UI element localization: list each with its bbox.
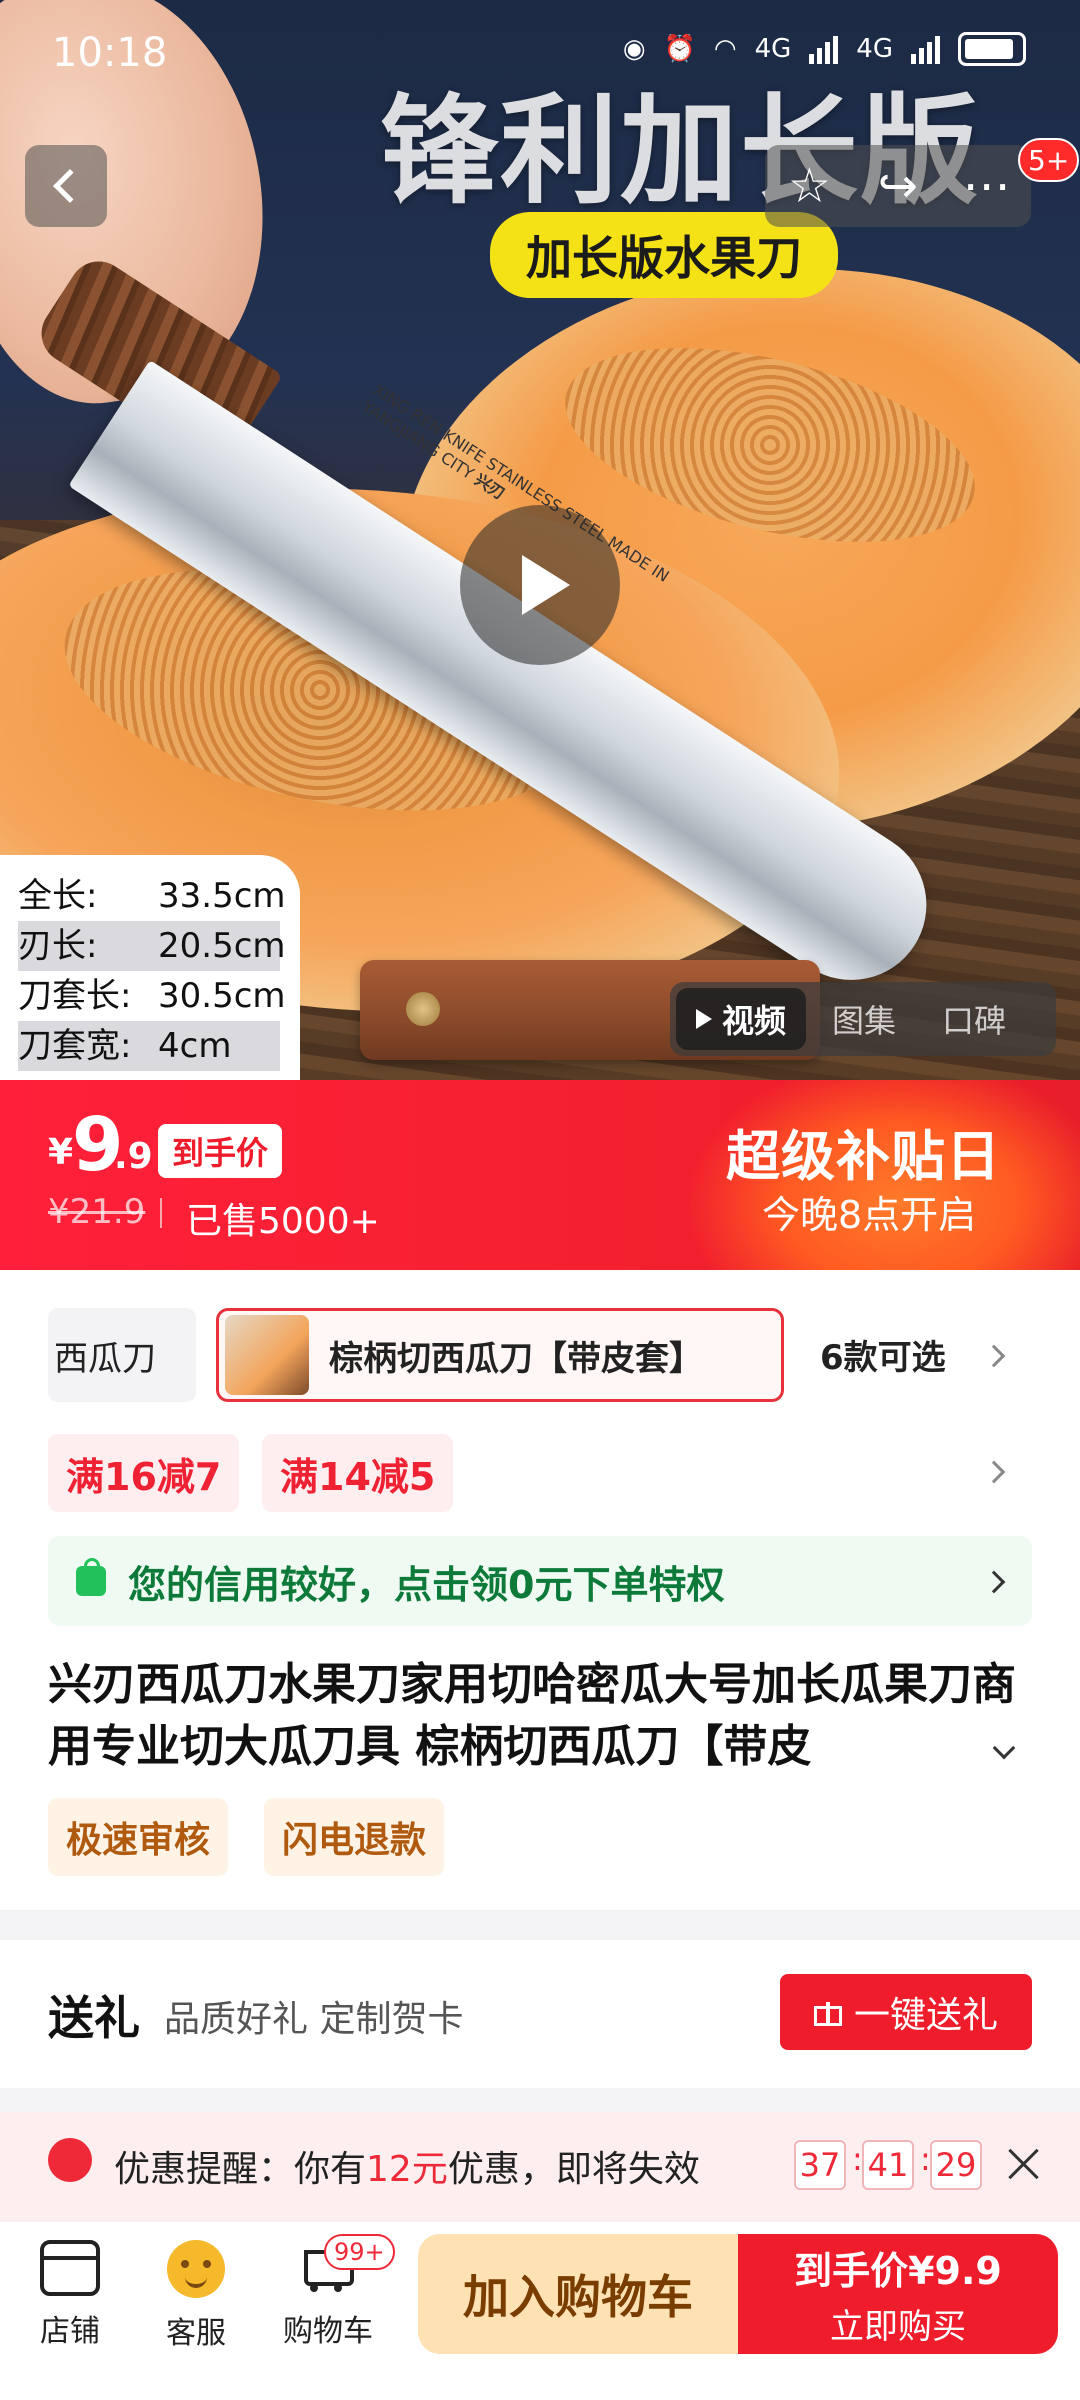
- send-gift-label: 一键送礼: [853, 1995, 998, 2036]
- top-actions: ☆ ↪ ⋯: [765, 145, 1031, 227]
- close-icon[interactable]: [1006, 2146, 1042, 2182]
- tab-video[interactable]: 视频: [676, 988, 807, 1050]
- more-menu-icon[interactable]: ⋯: [957, 156, 1017, 216]
- status-bar: 10:18 ◉ ⏰ ◠ 4G 4G: [0, 0, 1080, 112]
- favorite-star-icon[interactable]: ☆: [779, 156, 839, 216]
- final-price-tag: 到手价: [158, 1124, 283, 1178]
- shop-button[interactable]: 店铺: [10, 2240, 130, 2350]
- buy-price: 到手价¥9.9: [794, 2249, 1002, 2293]
- countdown-seconds: 29: [930, 2140, 982, 2190]
- sku-thumbnail: [225, 1315, 309, 1395]
- signal-icon: [809, 34, 839, 64]
- spec-row: 刀套长: 30.5cm: [18, 976, 286, 1016]
- add-to-cart-button[interactable]: 加入购物车: [418, 2234, 738, 2354]
- play-icon: [522, 555, 570, 615]
- sold-count: 已售5000+: [186, 1201, 380, 1242]
- gift-icon: [813, 1998, 842, 2026]
- signal-icon: [911, 34, 940, 64]
- cart-count-badge: 99+: [324, 2234, 395, 2270]
- gift-description: 品质好礼 定制贺卡: [164, 1999, 464, 2040]
- sku-more-options[interactable]: 6款可选: [820, 1330, 946, 1379]
- battery-icon: [958, 32, 1026, 66]
- message-badge: 5+: [1018, 138, 1080, 182]
- sku-option-selected[interactable]: 棕柄切西瓜刀【带皮套】: [216, 1308, 784, 1402]
- tab-reviews[interactable]: 口碑: [922, 988, 1026, 1050]
- credit-text: 您的信用较好，点击领0元下单特权: [128, 1562, 725, 1607]
- alarm-icon: ⏰: [663, 34, 696, 64]
- countdown-hours: 37: [794, 2140, 846, 2190]
- spec-table: 全长: 33.5cm 刃长: 20.5cm 刀套长: 30.5cm 刀套宽: 4cm: [0, 855, 300, 1080]
- play-icon: [696, 1009, 712, 1029]
- shopping-bag-icon: [76, 1558, 106, 1596]
- clock-icon: [48, 2138, 92, 2182]
- play-video-button[interactable]: [460, 505, 620, 665]
- price-decimal: .9: [114, 1136, 153, 1177]
- credit-banner[interactable]: 您的信用较好，点击领0元下单特权: [48, 1536, 1032, 1626]
- tab-gallery[interactable]: 图集: [812, 988, 916, 1050]
- service-badge: 闪电退款: [264, 1798, 445, 1876]
- customer-service-button[interactable]: 客服: [136, 2240, 256, 2352]
- wifi-icon: ◠: [713, 34, 737, 64]
- coupon-badge[interactable]: 满14减5: [262, 1434, 454, 1512]
- media-tabs: 视频 图集 口碑: [670, 982, 1056, 1056]
- shop-label: 店铺: [40, 2314, 100, 2349]
- promo-text: 优惠提醒：你有12元优惠，即将失效: [114, 2149, 700, 2190]
- divider: [160, 1198, 162, 1228]
- back-button[interactable]: [25, 145, 107, 227]
- event-title: 超级补贴日: [726, 1125, 1001, 1188]
- eye-icon: ◉: [622, 34, 646, 64]
- customer-service-label: 客服: [166, 2316, 226, 2351]
- sku-label: 棕柄切西瓜刀【带皮套】: [329, 1338, 703, 1379]
- event-subtitle: 今晚8点开启: [762, 1193, 977, 1237]
- spec-row: 刀套宽: 4cm: [18, 1021, 280, 1071]
- gift-title: 送礼: [48, 1991, 140, 2045]
- network-label: 4G: [754, 34, 792, 64]
- countdown-minutes: 41: [862, 2140, 914, 2190]
- service-badge: 极速审核: [48, 1798, 229, 1876]
- price-banner: ¥ 9 .9 到手价 ¥21.9 已售5000+ 超级补贴日 今晚8点开启: [0, 1080, 1080, 1270]
- sku-option[interactable]: 西瓜刀: [48, 1308, 196, 1402]
- send-gift-button[interactable]: 一键送礼: [780, 1974, 1032, 2050]
- share-icon[interactable]: ↪: [868, 156, 928, 216]
- original-price: ¥21.9: [48, 1192, 146, 1232]
- snap-button: [406, 992, 440, 1026]
- status-icons: ◉ ⏰ ◠ 4G 4G: [623, 32, 1026, 66]
- coupon-badge[interactable]: 满16减7: [48, 1434, 240, 1512]
- back-arrow-icon: [53, 169, 87, 203]
- spec-row: 刃长: 20.5cm: [18, 921, 286, 971]
- product-title: 兴刃西瓜刀水果刀家用切哈密瓜大号加长瓜果刀商用专业切大瓜刀具 棕柄切西瓜刀【带皮: [48, 1659, 1016, 1772]
- cart-label: 购物车: [283, 2314, 373, 2349]
- status-time: 10:18: [52, 30, 168, 76]
- network-label: 4G: [856, 34, 893, 64]
- spec-row: 全长: 33.5cm: [18, 876, 286, 916]
- buy-label: 立即购买: [830, 2307, 966, 2347]
- customer-service-icon: [167, 2240, 225, 2298]
- buy-now-button[interactable]: 到手价¥9.9 立即购买: [738, 2234, 1058, 2354]
- price-currency: ¥: [48, 1132, 74, 1173]
- shop-icon: [40, 2240, 100, 2296]
